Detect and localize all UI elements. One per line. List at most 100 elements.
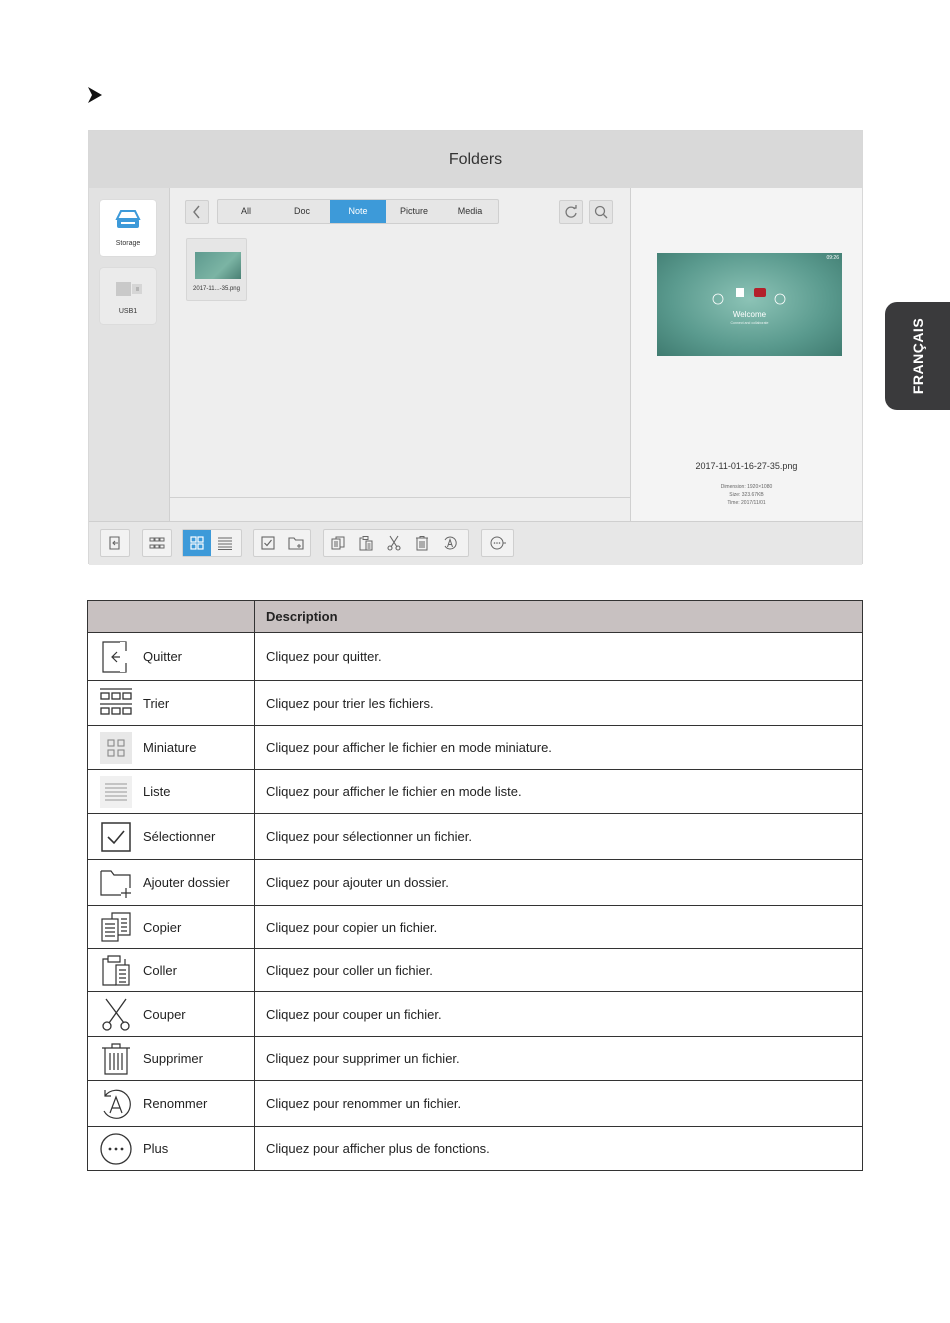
add-folder-button[interactable] (282, 530, 310, 556)
function-cell: Sélectionner (87, 813, 255, 860)
file-name: 2017-11...-35.png (193, 286, 240, 292)
table-row: Sélectionner Cliquez pour sélectionner un… (87, 813, 863, 860)
exit-group (100, 529, 130, 557)
search-icon (594, 205, 608, 219)
tab-media[interactable]: Media (442, 200, 498, 223)
exit-icon (109, 536, 120, 550)
preview-filename: 2017-11-01-16-27-35.png (695, 461, 798, 471)
refresh-button[interactable] (559, 200, 583, 224)
chevron-left-icon (193, 205, 200, 219)
description-cell: Cliquez pour ajouter un dossier. (254, 859, 863, 906)
function-cell: Trier (87, 680, 255, 726)
tab-picture[interactable]: Picture (386, 200, 442, 223)
select-group (253, 529, 311, 557)
edit-group (323, 529, 469, 557)
source-usb1[interactable]: USB1 (100, 268, 156, 324)
table-row: Liste Cliquez pour afficher le fichier en… (87, 769, 863, 814)
description-cell: Cliquez pour afficher plus de fonctions. (254, 1126, 863, 1171)
description-cell: Cliquez pour afficher le fichier en mode… (254, 725, 863, 770)
table-header-description: Description (254, 600, 863, 633)
rename-icon (98, 1086, 134, 1122)
copy-icon (98, 909, 134, 945)
cut-button[interactable] (380, 530, 408, 556)
sort-icon (149, 537, 165, 549)
paste-button[interactable] (352, 530, 380, 556)
preview-welcome-sub: Connect and collaborate (730, 321, 769, 325)
function-name: Supprimer (143, 1051, 203, 1066)
language-tab: FRANÇAIS (885, 302, 950, 410)
function-cell: Miniature (87, 725, 255, 770)
copy-button[interactable] (324, 530, 352, 556)
function-name: Liste (143, 784, 171, 799)
function-cell: Copier (87, 905, 255, 949)
preview-size: Size: 323.67KB (729, 492, 764, 498)
description-cell: Cliquez pour couper un fichier. (254, 991, 863, 1037)
function-cell: Renommer (87, 1080, 255, 1127)
list-view-button[interactable] (211, 530, 239, 556)
add-folder-icon (98, 865, 134, 901)
function-name: Sélectionner (143, 829, 216, 844)
exit-icon (98, 639, 134, 675)
select-button[interactable] (254, 530, 282, 556)
tab-all[interactable]: All (218, 200, 274, 223)
more-icon (98, 1131, 134, 1167)
rename-icon (444, 536, 457, 550)
more-button[interactable] (482, 530, 513, 556)
function-name: Plus (143, 1141, 169, 1156)
function-name: Couper (143, 1006, 186, 1022)
function-name: Quitter (143, 649, 183, 664)
thumbnail-icon (98, 730, 134, 766)
table-row: Ajouter dossier Cliquez pour ajouter un d… (87, 859, 863, 906)
sort-button[interactable] (143, 530, 171, 556)
file-item[interactable]: 2017-11...-35.png (186, 238, 247, 301)
table-row: Coller Cliquez pour coller un fichier. (87, 948, 863, 992)
function-cell: Ajouter dossier (87, 859, 255, 906)
table-row: Couper Cliquez pour couper un fichier. (87, 991, 863, 1037)
preview-dimension: Dimension: 1920×1080 (720, 484, 773, 490)
table-row: Plus Cliquez pour afficher plus de foncti… (87, 1126, 863, 1171)
function-name: Trier (143, 695, 170, 711)
cut-icon (387, 535, 401, 551)
app-title: Folders (448, 151, 503, 168)
function-cell: Plus (87, 1126, 255, 1171)
select-icon (261, 536, 275, 550)
preview-app-icons (712, 288, 786, 305)
add-folder-icon (288, 537, 304, 550)
language-tab-label: FRANÇAIS (909, 317, 926, 395)
usb-icon (116, 282, 142, 296)
function-name: Ajouter dossier (143, 875, 230, 890)
tab-doc[interactable]: Doc (274, 200, 330, 223)
delete-button[interactable] (408, 530, 436, 556)
function-name: Copier (143, 919, 182, 935)
thumbnail-icon (190, 536, 204, 550)
preview-clock: 09:26 (826, 255, 839, 261)
source-storage[interactable]: Storage (100, 200, 156, 256)
description-cell: Cliquez pour sélectionner un fichier. (254, 813, 863, 860)
divider (170, 497, 630, 498)
function-cell: Supprimer (87, 1036, 255, 1081)
bottom-toolbar (89, 521, 862, 565)
thumbnail-view-button[interactable] (183, 530, 211, 556)
source-label: USB1 (118, 308, 138, 315)
refresh-icon (565, 205, 577, 218)
back-button[interactable] (185, 200, 209, 224)
sort-group (142, 529, 172, 557)
exit-button[interactable] (101, 530, 129, 556)
table-row: Supprimer Cliquez pour supprimer un fichi… (87, 1036, 863, 1081)
function-table: Description Quitter Cliquez pour quitter.… (87, 600, 863, 1171)
more-icon (490, 536, 506, 550)
function-cell: Coller (87, 948, 255, 992)
table-row: Quitter Cliquez pour quitter. (87, 632, 863, 681)
rename-button[interactable] (436, 530, 464, 556)
function-name: Renommer (143, 1096, 208, 1111)
search-button[interactable] (589, 200, 613, 224)
sort-icon (98, 685, 134, 721)
tab-note[interactable]: Note (330, 200, 386, 223)
file-thumbnail (195, 252, 241, 279)
more-group (481, 529, 514, 557)
filter-tabs: All Doc Note Picture Media (217, 199, 499, 224)
description-cell: Cliquez pour quitter. (254, 632, 863, 681)
function-name: Coller (143, 962, 177, 978)
list-icon (98, 774, 134, 810)
description-cell: Cliquez pour copier un fichier. (254, 905, 863, 949)
